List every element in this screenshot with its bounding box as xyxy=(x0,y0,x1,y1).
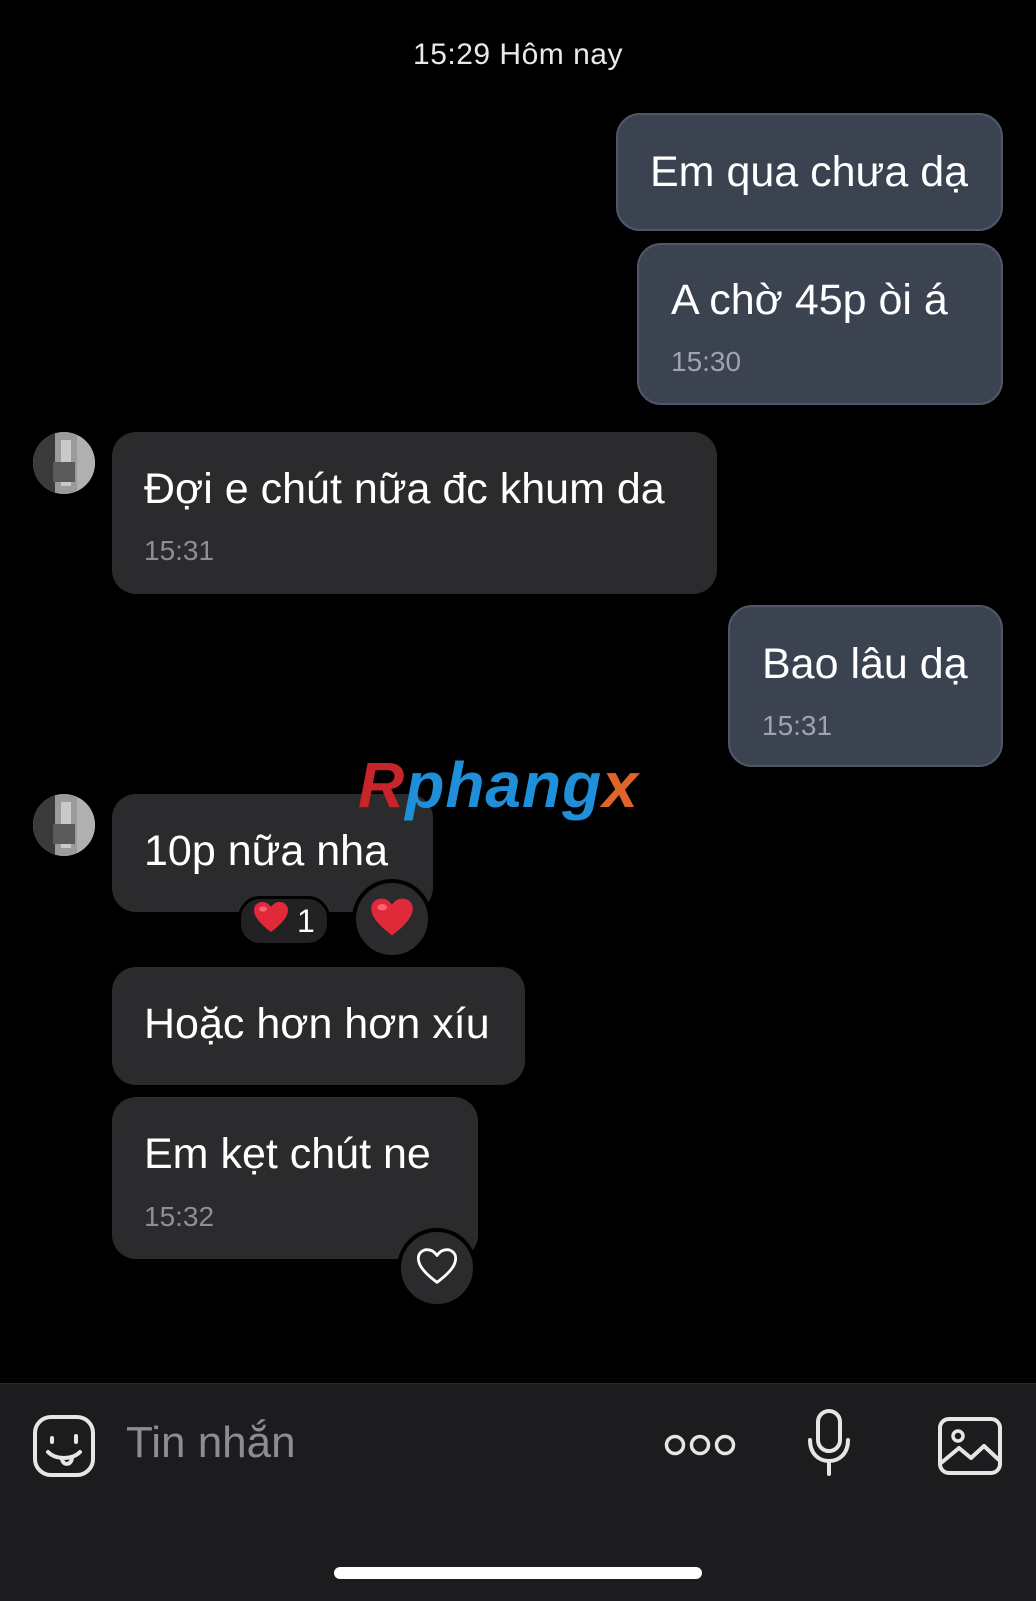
message-time: 15:31 xyxy=(144,535,215,566)
react-button[interactable] xyxy=(352,879,432,959)
microphone-icon[interactable] xyxy=(806,1408,852,1483)
heart-outline-icon xyxy=(416,1247,458,1290)
message-text: Em kẹt chút ne xyxy=(144,1130,431,1178)
message-bubble-outgoing[interactable]: Bao lâu dạ 15:31 xyxy=(728,605,1003,767)
message-bubble-outgoing[interactable]: A chờ 45p òi á 15:30 xyxy=(637,243,1003,405)
message-text: A chờ 45p òi á xyxy=(671,276,948,324)
message-text: Em qua chưa dạ xyxy=(650,148,969,196)
message-text: Bao lâu dạ xyxy=(762,640,968,688)
message-text: Hoặc hơn hơn xíu xyxy=(144,1000,490,1048)
home-indicator[interactable] xyxy=(334,1567,702,1579)
contact-avatar[interactable] xyxy=(33,794,95,856)
image-icon[interactable] xyxy=(937,1416,1003,1481)
react-button[interactable] xyxy=(397,1228,477,1308)
reaction-summary[interactable]: 1 xyxy=(238,896,330,946)
message-input[interactable]: Tin nhắn xyxy=(126,1418,296,1468)
message-time: 15:30 xyxy=(671,346,742,377)
message-text: Đợi e chút nữa đc khum da xyxy=(144,465,665,513)
heart-icon xyxy=(370,897,414,942)
message-bubble-incoming[interactable]: Hoặc hơn hơn xíu xyxy=(112,967,525,1085)
reaction-count: 1 xyxy=(297,902,315,939)
message-bubble-incoming[interactable]: Đợi e chút nữa đc khum da 15:31 xyxy=(112,432,717,594)
watermark-logo: Rphangx xyxy=(358,749,639,821)
message-text: 10p nữa nha xyxy=(144,827,388,875)
heart-icon xyxy=(253,901,289,941)
date-separator: 15:29 Hôm nay xyxy=(413,38,623,71)
message-time: 15:31 xyxy=(762,710,833,741)
message-bubble-outgoing[interactable]: Em qua chưa dạ xyxy=(616,113,1003,231)
message-time: 15:32 xyxy=(144,1201,215,1232)
more-icon[interactable] xyxy=(664,1430,736,1465)
contact-avatar[interactable] xyxy=(33,432,95,494)
sticker-icon[interactable] xyxy=(32,1414,96,1483)
